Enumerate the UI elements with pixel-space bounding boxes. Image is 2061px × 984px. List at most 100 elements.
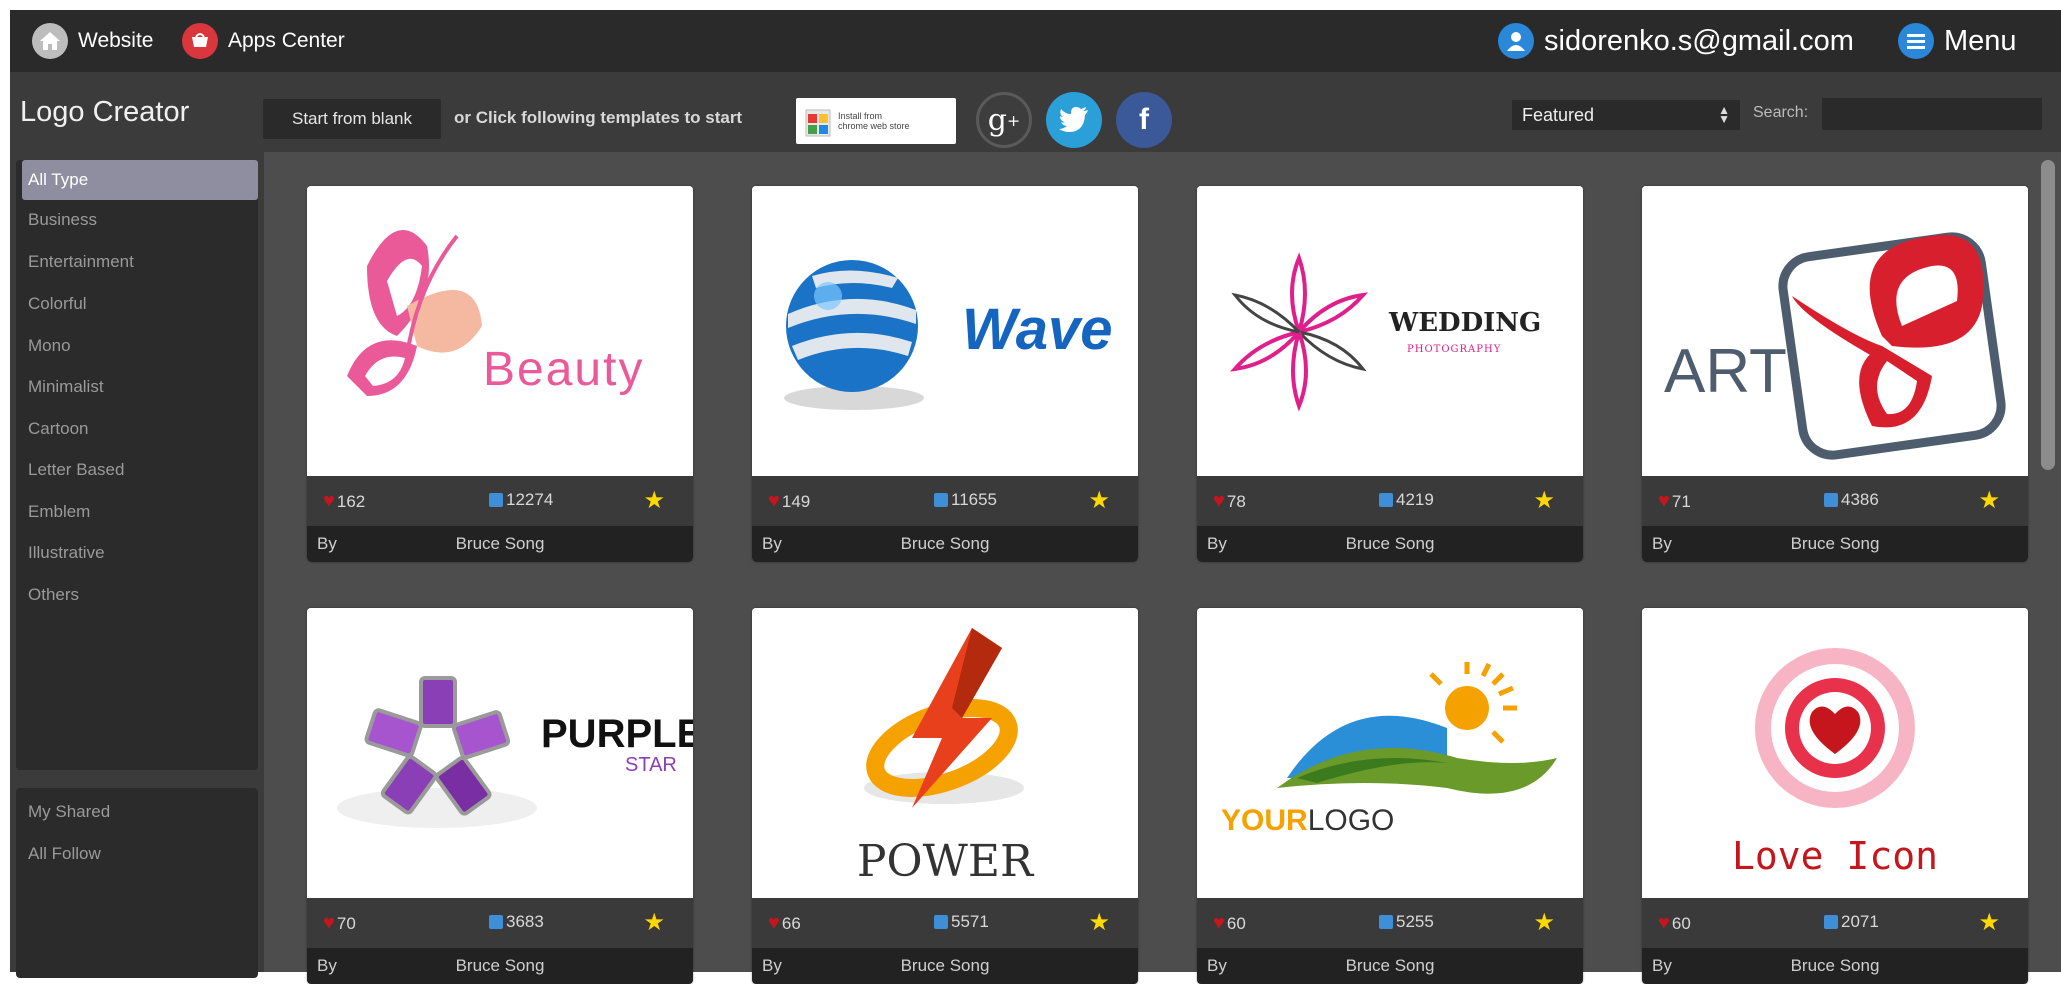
sidebar-item-all-type[interactable]: All Type xyxy=(22,160,258,200)
card-stats: ♥ 78 4219 ★ xyxy=(1197,476,1583,526)
edit-icon xyxy=(1379,493,1393,507)
card-author: By Bruce Song xyxy=(307,526,693,562)
sidebar-item-cartoon[interactable]: Cartoon xyxy=(22,409,258,449)
template-card[interactable]: Love Icon ♥ 60 2071 ★ By Bruce Song xyxy=(1642,608,2028,984)
logo-preview: WEDDING PHOTOGRAPHY xyxy=(1197,186,1583,476)
menu-label: Menu xyxy=(1944,24,2017,57)
star-icon[interactable]: ★ xyxy=(643,908,665,937)
sidebar-item-minimalist[interactable]: Minimalist xyxy=(22,367,258,407)
sidebar-item-others[interactable]: Others xyxy=(22,575,258,615)
search-input[interactable] xyxy=(1822,98,2042,130)
author-name[interactable]: Bruce Song xyxy=(752,956,1138,976)
sort-selected-value: Featured xyxy=(1522,104,1595,125)
type-filter-panel: All Type Business Entertainment Colorful… xyxy=(16,160,258,770)
logo-text: Wave xyxy=(962,297,1113,362)
edit-icon xyxy=(489,493,503,507)
heart-icon: ♥ xyxy=(768,912,780,934)
author-name[interactable]: Bruce Song xyxy=(1197,534,1583,554)
select-arrows-icon: ▲ ▼ xyxy=(1718,103,1730,126)
star-icon[interactable]: ★ xyxy=(1533,486,1555,515)
sidebar-item-emblem[interactable]: Emblem xyxy=(22,492,258,532)
apps-center-link[interactable]: Apps Center xyxy=(182,10,345,72)
app-frame: Website Apps Center sidorenko.s@gmail.co… xyxy=(10,10,2061,984)
account-link[interactable]: sidorenko.s@gmail.com xyxy=(1498,10,1854,72)
star-icon[interactable]: ★ xyxy=(1088,908,1110,937)
template-card[interactable]: Wave ♥ 149 11655 ★ By Bruce Song xyxy=(752,186,1138,562)
card-stats: ♥ 66 5571 ★ xyxy=(752,898,1138,948)
heart-icon: ♥ xyxy=(1658,490,1670,512)
template-grid: Beauty ♥ 162 12274 ★ By Bruce Song Wave … xyxy=(272,152,2061,984)
card-author: By Bruce Song xyxy=(1642,948,2028,984)
edits-count: 3683 xyxy=(506,912,544,931)
heart-icon: ♥ xyxy=(1213,912,1225,934)
google-plus-icon[interactable]: g + xyxy=(976,92,1032,148)
logo-preview: Love Icon xyxy=(1642,608,2028,898)
card-stats: ♥ 162 12274 ★ xyxy=(307,476,693,526)
menu-icon xyxy=(1898,23,1934,59)
facebook-icon[interactable]: f xyxy=(1116,92,1172,148)
template-card[interactable]: ART ♥ 71 4386 ★ By Bruce Song xyxy=(1642,186,2028,562)
twitter-icon[interactable] xyxy=(1046,92,1102,148)
website-link[interactable]: Website xyxy=(32,10,153,72)
start-from-blank-button[interactable]: Start from blank xyxy=(263,99,441,139)
sidebar-item-entertainment[interactable]: Entertainment xyxy=(22,242,258,282)
website-label: Website xyxy=(78,29,154,52)
template-card[interactable]: POWER ♥ 66 5571 ★ By Bruce Song xyxy=(752,608,1138,984)
template-card[interactable]: Beauty ♥ 162 12274 ★ By Bruce Song xyxy=(307,186,693,562)
sidebar-item-all-follow[interactable]: All Follow xyxy=(22,834,258,874)
likes-count: 60 xyxy=(1226,913,1246,933)
apps-center-icon xyxy=(182,23,218,59)
heart-icon: ♥ xyxy=(323,912,335,934)
star-icon[interactable]: ★ xyxy=(1978,908,2000,937)
vertical-scrollbar[interactable] xyxy=(2041,160,2055,470)
sidebar-item-my-shared[interactable]: My Shared xyxy=(22,792,258,832)
edits-count: 4219 xyxy=(1396,490,1434,509)
template-card[interactable]: YOURLOGO ♥ 60 5255 ★ By Bruce Song xyxy=(1197,608,1583,984)
edits-count: 4386 xyxy=(1841,490,1879,509)
edit-icon xyxy=(934,915,948,929)
heart-icon: ♥ xyxy=(768,490,780,512)
heart-icon: ♥ xyxy=(1658,912,1670,934)
account-email: sidorenko.s@gmail.com xyxy=(1544,24,1854,57)
author-name[interactable]: Bruce Song xyxy=(1642,956,2028,976)
logo-text: POWER xyxy=(856,836,1034,887)
author-name[interactable]: Bruce Song xyxy=(752,534,1138,554)
logo-preview: YOURLOGO xyxy=(1197,608,1583,898)
author-name[interactable]: Bruce Song xyxy=(307,534,693,554)
chrome-web-store-badge[interactable]: Install from chrome web store xyxy=(796,98,956,144)
apps-center-label: Apps Center xyxy=(228,29,345,52)
author-name[interactable]: Bruce Song xyxy=(1642,534,2028,554)
app-title: Logo Creator xyxy=(20,96,190,128)
sidebar-item-colorful[interactable]: Colorful xyxy=(22,284,258,324)
logo-preview: Beauty xyxy=(307,186,693,476)
sort-select[interactable]: Featured ▲ ▼ xyxy=(1512,100,1740,130)
edits-count: 5571 xyxy=(951,912,989,931)
likes-count: 71 xyxy=(1671,491,1691,511)
star-icon[interactable]: ★ xyxy=(1978,486,2000,515)
top-bar: Website Apps Center sidorenko.s@gmail.co… xyxy=(10,10,2061,72)
likes-count: 78 xyxy=(1226,491,1246,511)
template-card[interactable]: WEDDING PHOTOGRAPHY ♥ 78 4219 ★ By Bruce … xyxy=(1197,186,1583,562)
logo-text: YOURLOGO xyxy=(1221,804,1394,838)
search-label: Search: xyxy=(1753,104,1809,121)
template-card[interactable]: PURPLE STAR ♥ 70 3683 ★ By Bruce Song xyxy=(307,608,693,984)
edits-count: 11655 xyxy=(951,490,998,509)
menu-button[interactable]: Menu xyxy=(1898,10,2017,72)
edit-icon xyxy=(1824,915,1838,929)
install-badge-line2: chrome web store xyxy=(838,121,910,131)
chrome-store-icon xyxy=(804,104,832,138)
sidebar-item-mono[interactable]: Mono xyxy=(22,326,258,366)
author-name[interactable]: Bruce Song xyxy=(307,956,693,976)
author-name[interactable]: Bruce Song xyxy=(1197,956,1583,976)
star-icon[interactable]: ★ xyxy=(1533,908,1555,937)
sidebar-item-business[interactable]: Business xyxy=(22,200,258,240)
star-icon[interactable]: ★ xyxy=(643,486,665,515)
edit-icon xyxy=(934,493,948,507)
likes-count: 70 xyxy=(336,913,356,933)
sidebar-item-letter-based[interactable]: Letter Based xyxy=(22,450,258,490)
card-author: By Bruce Song xyxy=(1642,526,2028,562)
logo-text-your: YOUR xyxy=(1221,804,1308,837)
sidebar-item-illustrative[interactable]: Illustrative xyxy=(22,533,258,573)
likes-count: 66 xyxy=(781,913,801,933)
star-icon[interactable]: ★ xyxy=(1088,486,1110,515)
